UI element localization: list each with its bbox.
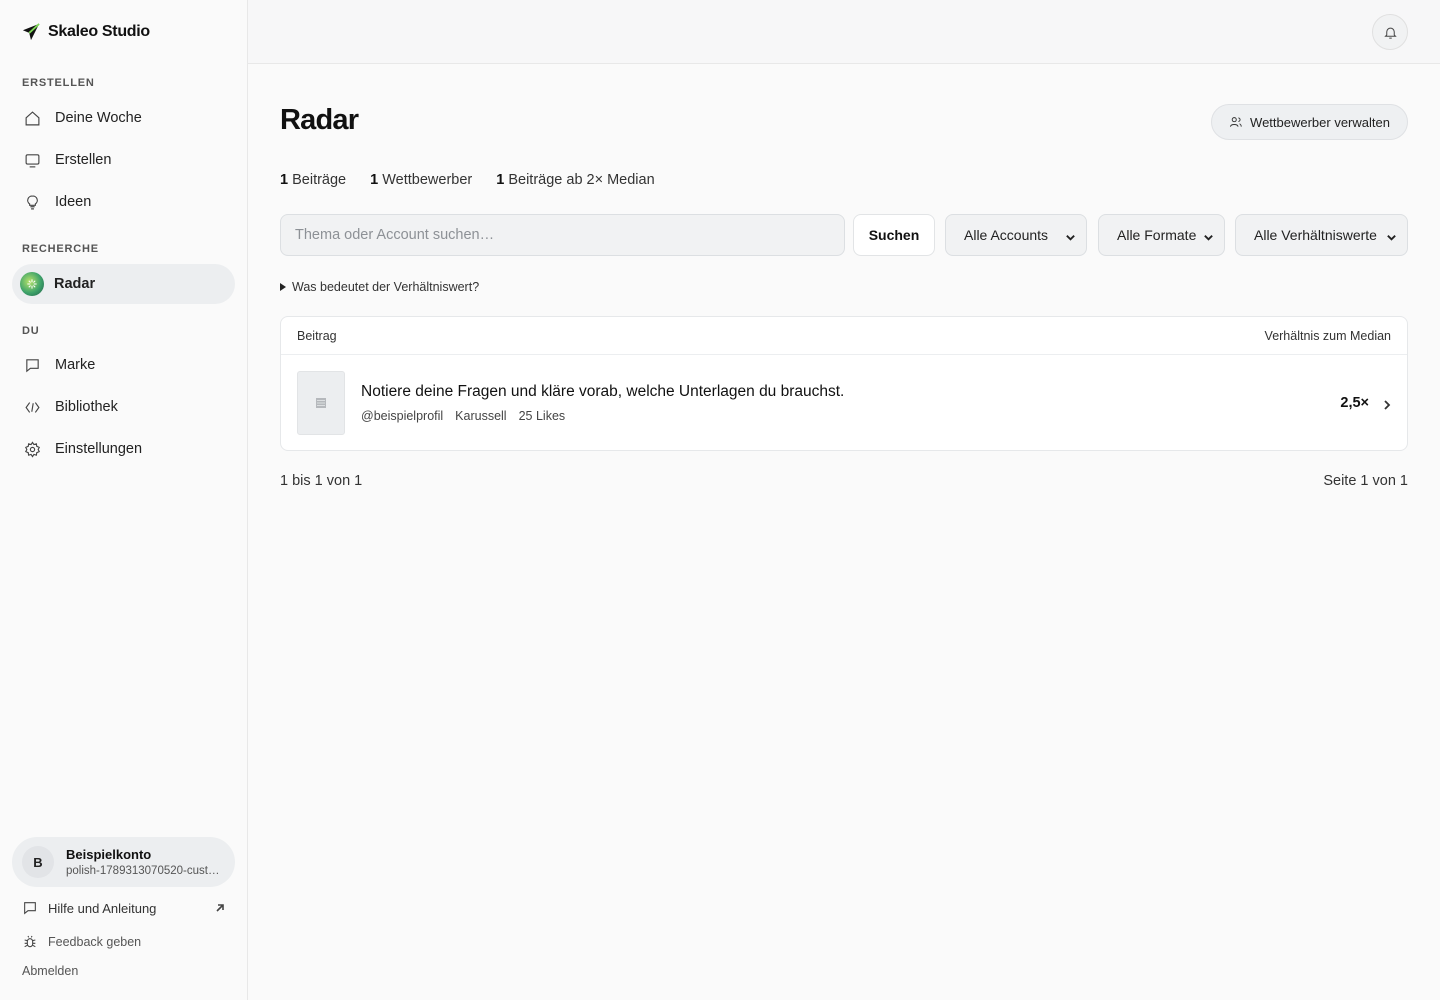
account-id: polish-1789313070520-customer (66, 865, 222, 877)
document-icon (316, 398, 326, 408)
sidebar-item-label: Ideen (55, 194, 92, 210)
post-account: @beispielprofil (361, 409, 444, 423)
help-link[interactable]: Hilfe und Anleitung (22, 900, 156, 916)
message-square-icon (26, 358, 39, 372)
ratios-filter-select[interactable]: Alle Verhältniswerte (1235, 214, 1408, 256)
logo-icon (22, 23, 40, 41)
sidebar-item-einstellungen[interactable]: Einstellungen (12, 429, 235, 469)
section-label-du: DU (22, 325, 40, 337)
column-header-ratio: Verhältnis zum Median (1264, 328, 1391, 343)
sidebar-item-label: Bibliothek (55, 399, 118, 415)
bug-icon (24, 935, 36, 948)
bell-icon (1383, 27, 1397, 39)
avatar: B (22, 846, 54, 878)
sidebar-item-label: Einstellungen (55, 441, 143, 457)
help-label: Hilfe und Anleitung (48, 900, 157, 916)
search-input[interactable] (280, 214, 845, 256)
stat-competitors: 1 Wettbewerber (370, 172, 473, 188)
sidebar-item-erstellen[interactable]: Erstellen (12, 140, 235, 180)
message-square-icon (24, 902, 36, 915)
lightbulb-icon (27, 195, 38, 209)
table-row[interactable]: Notiere deine Fragen und kläre vorab, we… (281, 355, 1407, 451)
sidebar-item-radar[interactable]: Radar (12, 264, 235, 304)
search-button[interactable]: Suchen (853, 214, 935, 256)
section-label-recherche: RECHERCHE (22, 243, 99, 255)
brand[interactable]: Skaleo Studio (22, 20, 150, 44)
post-meta: @beispielprofil Karussell 25 Likes (361, 409, 565, 423)
post-format: Karussell (455, 409, 507, 423)
chevron-down-icon (1386, 230, 1397, 241)
page-title: Radar (280, 104, 359, 136)
table-header: Beitrag Verhältnis zum Median (281, 317, 1407, 355)
post-likes: 25 Likes (518, 409, 566, 423)
sidebar-item-ideen[interactable]: Ideen (12, 182, 235, 222)
accounts-filter-select[interactable]: Alle Accounts (945, 214, 1087, 256)
account-info: Beispielkonto polish-1789313070520-custo… (66, 847, 222, 877)
section-label-erstellen: ERSTELLEN (22, 77, 95, 89)
sidebar-item-label: Erstellen (55, 152, 112, 168)
stat-above-median: 1 Beiträge ab 2× Median (496, 172, 655, 188)
sidebar-item-label: Marke (55, 357, 96, 373)
post-title: Notiere deine Fragen und kläre vorab, we… (361, 383, 845, 400)
monitor-icon (25, 153, 40, 167)
post-ratio: 2,5× (1340, 395, 1369, 411)
account-card[interactable]: B Beispielkonto polish-1789313070520-cus… (12, 837, 235, 887)
pagination-range: 1 bis 1 von 1 (280, 473, 363, 489)
chevron-down-icon (1203, 230, 1214, 241)
chevron-down-icon (1065, 230, 1076, 241)
manage-competitors-label: Wettbewerber verwalten (1250, 114, 1390, 130)
formats-filter-select[interactable]: Alle Formate (1098, 214, 1225, 256)
notifications-button[interactable] (1372, 14, 1408, 50)
brand-name: Skaleo Studio (48, 23, 150, 40)
feedback-label: Feedback geben (48, 935, 142, 949)
chevron-right-icon (1381, 398, 1393, 410)
pagination-page: Seite 1 von 1 (1323, 473, 1408, 489)
sidebar-item-bibliothek[interactable]: Bibliothek (12, 387, 235, 427)
topbar (248, 0, 1440, 64)
external-link-icon (214, 901, 226, 913)
sidebar-item-label: Deine Woche (55, 110, 142, 126)
sidebar-item-deine-woche[interactable]: Deine Woche (12, 98, 235, 138)
users-icon (1230, 117, 1242, 127)
feedback-link[interactable]: Feedback geben (22, 934, 141, 950)
disclosure-triangle-icon (280, 283, 286, 291)
manage-competitors-button[interactable]: Wettbewerber verwalten (1211, 104, 1408, 140)
sidebar: Skaleo Studio ERSTELLEN Deine Woche Erst… (0, 0, 248, 1000)
sidebar-item-label: Radar (54, 276, 96, 292)
stat-posts: 1 Beiträge (280, 172, 347, 188)
ratios-filter-value: Alle Verhältniswerte (1254, 227, 1377, 243)
account-name: Beispielkonto (66, 847, 152, 862)
logout-link[interactable]: Abmelden (22, 964, 78, 978)
column-header-post: Beitrag (297, 328, 337, 343)
radar-icon (20, 272, 44, 296)
posts-table: Beitrag Verhältnis zum Median Notiere de… (280, 316, 1408, 451)
formats-filter-value: Alle Formate (1117, 227, 1197, 243)
ratio-explanation-toggle[interactable]: Was bedeutet der Verhältniswert? (280, 280, 479, 294)
post-thumbnail (297, 371, 345, 435)
accounts-filter-value: Alle Accounts (964, 227, 1049, 243)
stats-bar: 1 Beiträge 1 Wettbewerber 1 Beiträge ab … (280, 172, 655, 188)
ratio-explanation-label: Was bedeutet der Verhältniswert? (292, 280, 480, 294)
code-icon (25, 401, 40, 413)
gear-icon (24, 440, 41, 458)
logout-label: Abmelden (22, 964, 79, 978)
home-icon (25, 110, 40, 125)
sidebar-item-marke[interactable]: Marke (12, 345, 235, 385)
